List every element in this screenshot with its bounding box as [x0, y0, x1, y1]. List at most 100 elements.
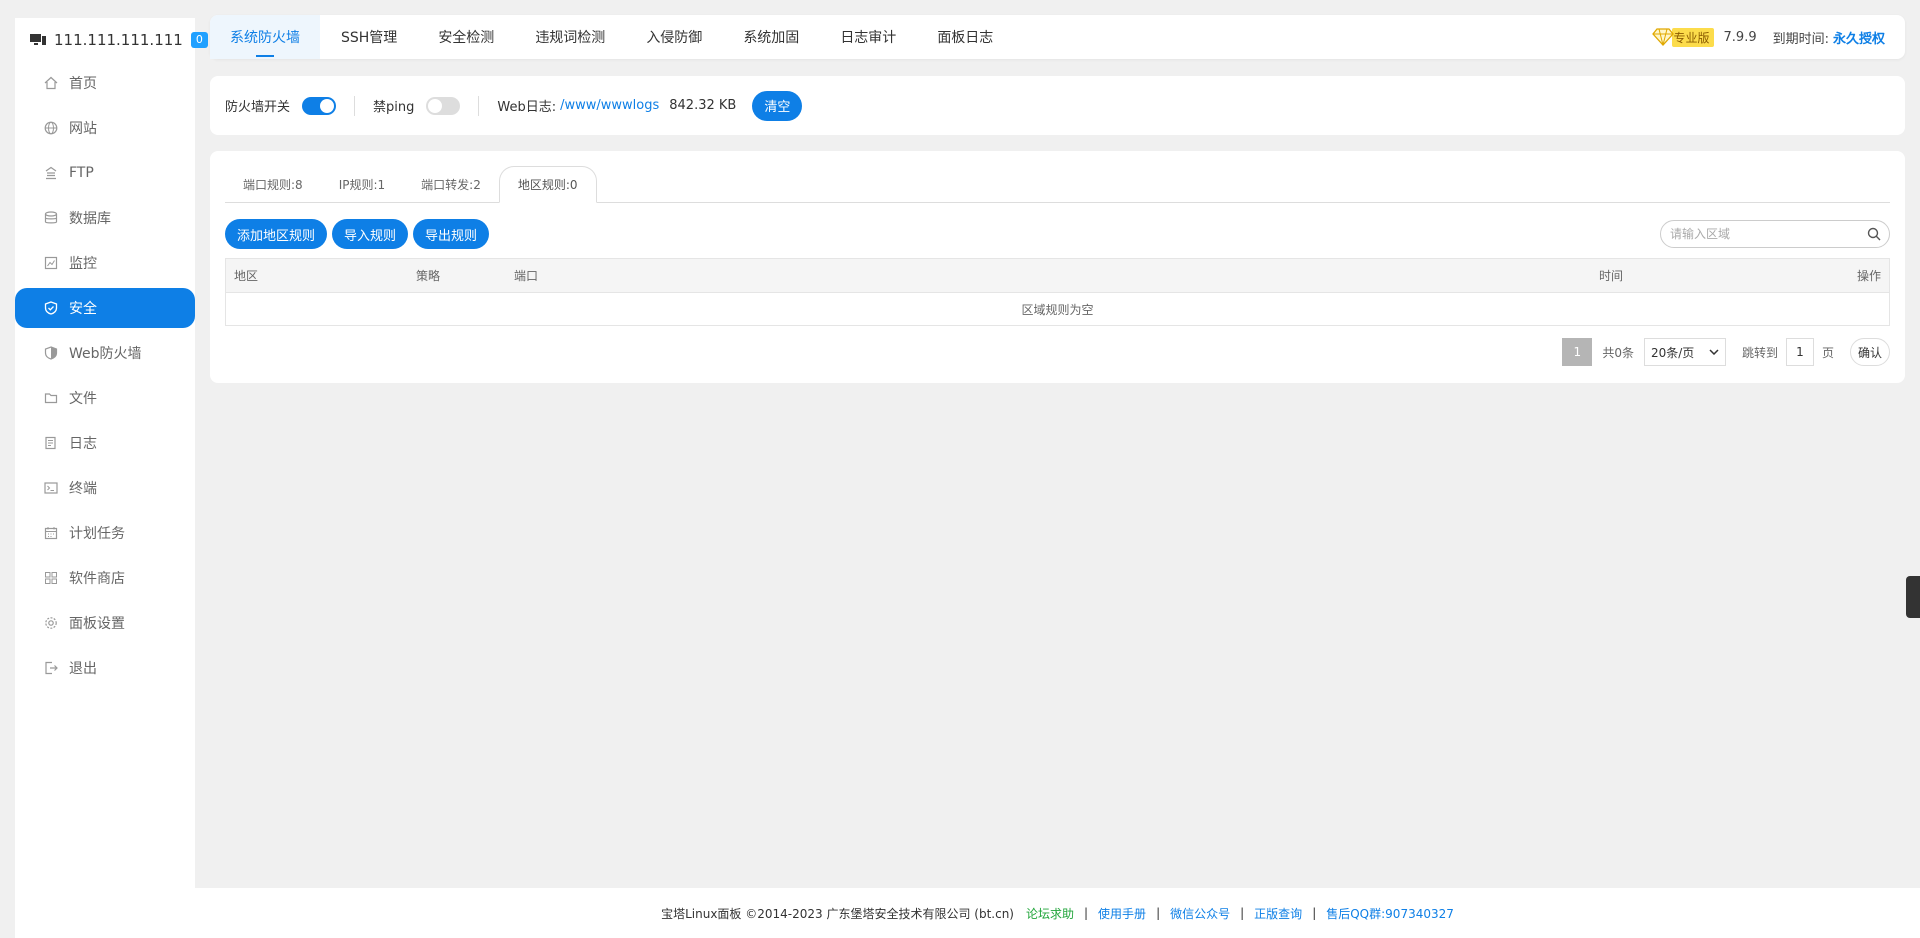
wechat-link[interactable]: 微信公众号 — [1170, 905, 1230, 922]
sidebar-item-label: 首页 — [69, 76, 97, 92]
jump-page-input[interactable]: 1 — [1785, 338, 1814, 366]
manual-link[interactable]: 使用手册 — [1098, 905, 1146, 922]
sidebar-item-label: 文件 — [69, 391, 97, 407]
export-rules-button[interactable]: 导出规则 — [413, 219, 490, 249]
sidebar-item-logout[interactable]: 退出 — [15, 648, 195, 688]
divider — [354, 95, 356, 116]
terminal-icon — [43, 480, 59, 496]
footer: 宝塔Linux面板 ©2014-2023 广东堡塔安全技术有限公司 (bt.cn… — [195, 888, 1920, 938]
divider: | — [1156, 906, 1161, 920]
database-icon — [43, 210, 59, 226]
sidebar-item-security[interactable]: 安全 — [15, 288, 195, 328]
sidebar-item-monitor[interactable]: 监控 — [15, 243, 195, 283]
toolbar: 添加地区规则 导入规则 导出规则 — [225, 219, 1890, 249]
col-actions: 操作 — [1856, 269, 1881, 283]
server-header[interactable]: 111.111.111.111 0 — [15, 18, 208, 62]
forum-link[interactable]: 论坛求助 — [1026, 905, 1074, 922]
divider: | — [1312, 906, 1317, 920]
sidebar-item-ftp[interactable]: FTP — [15, 153, 195, 193]
table-header: 地区 策略 端口 时间 操作 — [226, 259, 1889, 293]
divider: | — [1240, 906, 1245, 920]
ftp-icon — [43, 165, 59, 181]
sidebar-item-files[interactable]: 文件 — [15, 378, 195, 418]
tab-panel-log[interactable]: 面板日志 — [917, 15, 1013, 59]
tab-system-hardening[interactable]: 系统加固 — [723, 15, 819, 59]
expire-value[interactable]: 永久授权 — [1833, 28, 1885, 47]
sidebar-item-logs[interactable]: 日志 — [15, 423, 195, 463]
firewall-switch-label: 防火墙开关 — [225, 100, 291, 115]
shield-check-icon — [43, 300, 59, 316]
region-search[interactable] — [1660, 220, 1890, 248]
tab-intrusion-prevention[interactable]: 入侵防御 — [626, 15, 722, 59]
sidebar-item-label: 退出 — [69, 661, 97, 677]
sidebar-item-label: Web防火墙 — [69, 346, 142, 362]
search-icon[interactable] — [1867, 227, 1881, 241]
log-icon — [43, 435, 59, 451]
sidebar-item-label: 数据库 — [69, 211, 111, 227]
sidebar-item-web-firewall[interactable]: Web防火墙 — [15, 333, 195, 373]
add-region-rule-button[interactable]: 添加地区规则 — [225, 219, 328, 249]
rule-tabs: 端口规则:8 IP规则:1 端口转发:2 地区规则:0 — [225, 166, 1890, 203]
jump-confirm-button[interactable]: 确认 — [1849, 338, 1890, 366]
sidebar-item-home[interactable]: 首页 — [15, 63, 195, 103]
pagination: 1 共0条 20条/页 跳转到 1 页 确认 — [1562, 338, 1890, 366]
import-rules-button[interactable]: 导入规则 — [332, 219, 409, 249]
folder-icon — [43, 390, 59, 406]
sidebar-item-label: 日志 — [69, 436, 97, 452]
qq-group-link[interactable]: 售后QQ群:907340327 — [1326, 905, 1454, 922]
sidebar-item-app-store[interactable]: 软件商店 — [15, 558, 195, 598]
apps-icon — [43, 570, 59, 586]
version: 7.9.9 — [1723, 29, 1757, 45]
floating-side-handle[interactable] — [1906, 576, 1920, 618]
tab-ssh[interactable]: SSH管理 — [321, 15, 417, 59]
jump-label: 跳转到 — [1741, 345, 1778, 360]
page-total: 共0条 — [1602, 345, 1634, 360]
tab-port-forward[interactable]: 端口转发:2 — [403, 166, 499, 202]
logout-icon — [43, 660, 59, 676]
weblog-path-link[interactable]: /www/wwwlogs — [560, 98, 659, 113]
region-search-input[interactable] — [1670, 227, 1867, 241]
calendar-icon — [43, 525, 59, 541]
chevron-down-icon — [1709, 349, 1719, 355]
sidebar-item-settings[interactable]: 面板设置 — [15, 603, 195, 643]
tab-ip-rules[interactable]: IP规则:1 — [321, 166, 403, 202]
globe-icon — [43, 120, 59, 136]
sidebar-item-terminal[interactable]: 终端 — [15, 468, 195, 508]
sidebar-item-website[interactable]: 网站 — [15, 108, 195, 148]
top-tab-bar: 系统防火墙 SSH管理 安全检测 违规词检测 入侵防御 系统加固 日志审计 面板… — [210, 15, 1905, 59]
copyright: 宝塔Linux面板 ©2014-2023 广东堡塔安全技术有限公司 (bt.cn… — [661, 906, 1014, 921]
clear-log-button[interactable]: 清空 — [752, 90, 803, 121]
sidebar-item-label: 软件商店 — [69, 571, 125, 587]
monitor-icon — [30, 34, 46, 46]
tab-region-rules[interactable]: 地区规则:0 — [498, 166, 597, 203]
shield-icon — [43, 345, 59, 361]
divider: | — [1084, 906, 1089, 920]
tab-security-check[interactable]: 安全检测 — [418, 15, 514, 59]
notification-badge[interactable]: 0 — [190, 32, 208, 48]
gear-icon — [43, 615, 59, 631]
pro-badge[interactable]: 专业版 — [1671, 27, 1714, 47]
tab-port-rules[interactable]: 端口规则:8 — [225, 166, 321, 202]
col-region: 地区 — [234, 269, 259, 283]
tab-violation-words[interactable]: 违规词检测 — [515, 15, 625, 59]
firewall-control-bar: 防火墙开关 禁ping Web日志: /www/wwwlogs 842.32 K… — [210, 76, 1905, 135]
firewall-toggle[interactable] — [302, 96, 337, 115]
weblog-label: Web日志: — [497, 100, 557, 115]
region-rules-table: 地区 策略 端口 时间 操作 区域规则为空 — [225, 258, 1890, 326]
tab-log-audit[interactable]: 日志审计 — [820, 15, 916, 59]
expire-label: 到期时间: — [1772, 31, 1829, 47]
sidebar-item-label: 面板设置 — [69, 616, 125, 632]
diamond-icon — [1651, 28, 1674, 46]
genuine-check-link[interactable]: 正版查询 — [1254, 905, 1302, 922]
page-current[interactable]: 1 — [1562, 338, 1593, 366]
monitor-icon — [43, 255, 59, 271]
page-size-select[interactable]: 20条/页 — [1643, 338, 1726, 366]
home-icon — [43, 75, 59, 91]
weblog-size: 842.32 KB — [669, 98, 737, 113]
sidebar-item-label: 安全 — [69, 301, 97, 317]
sidebar-item-database[interactable]: 数据库 — [15, 198, 195, 238]
divider — [478, 95, 480, 116]
sidebar-item-cron[interactable]: 计划任务 — [15, 513, 195, 553]
ping-toggle[interactable] — [426, 96, 461, 115]
tab-system-firewall[interactable]: 系统防火墙 — [210, 15, 320, 59]
